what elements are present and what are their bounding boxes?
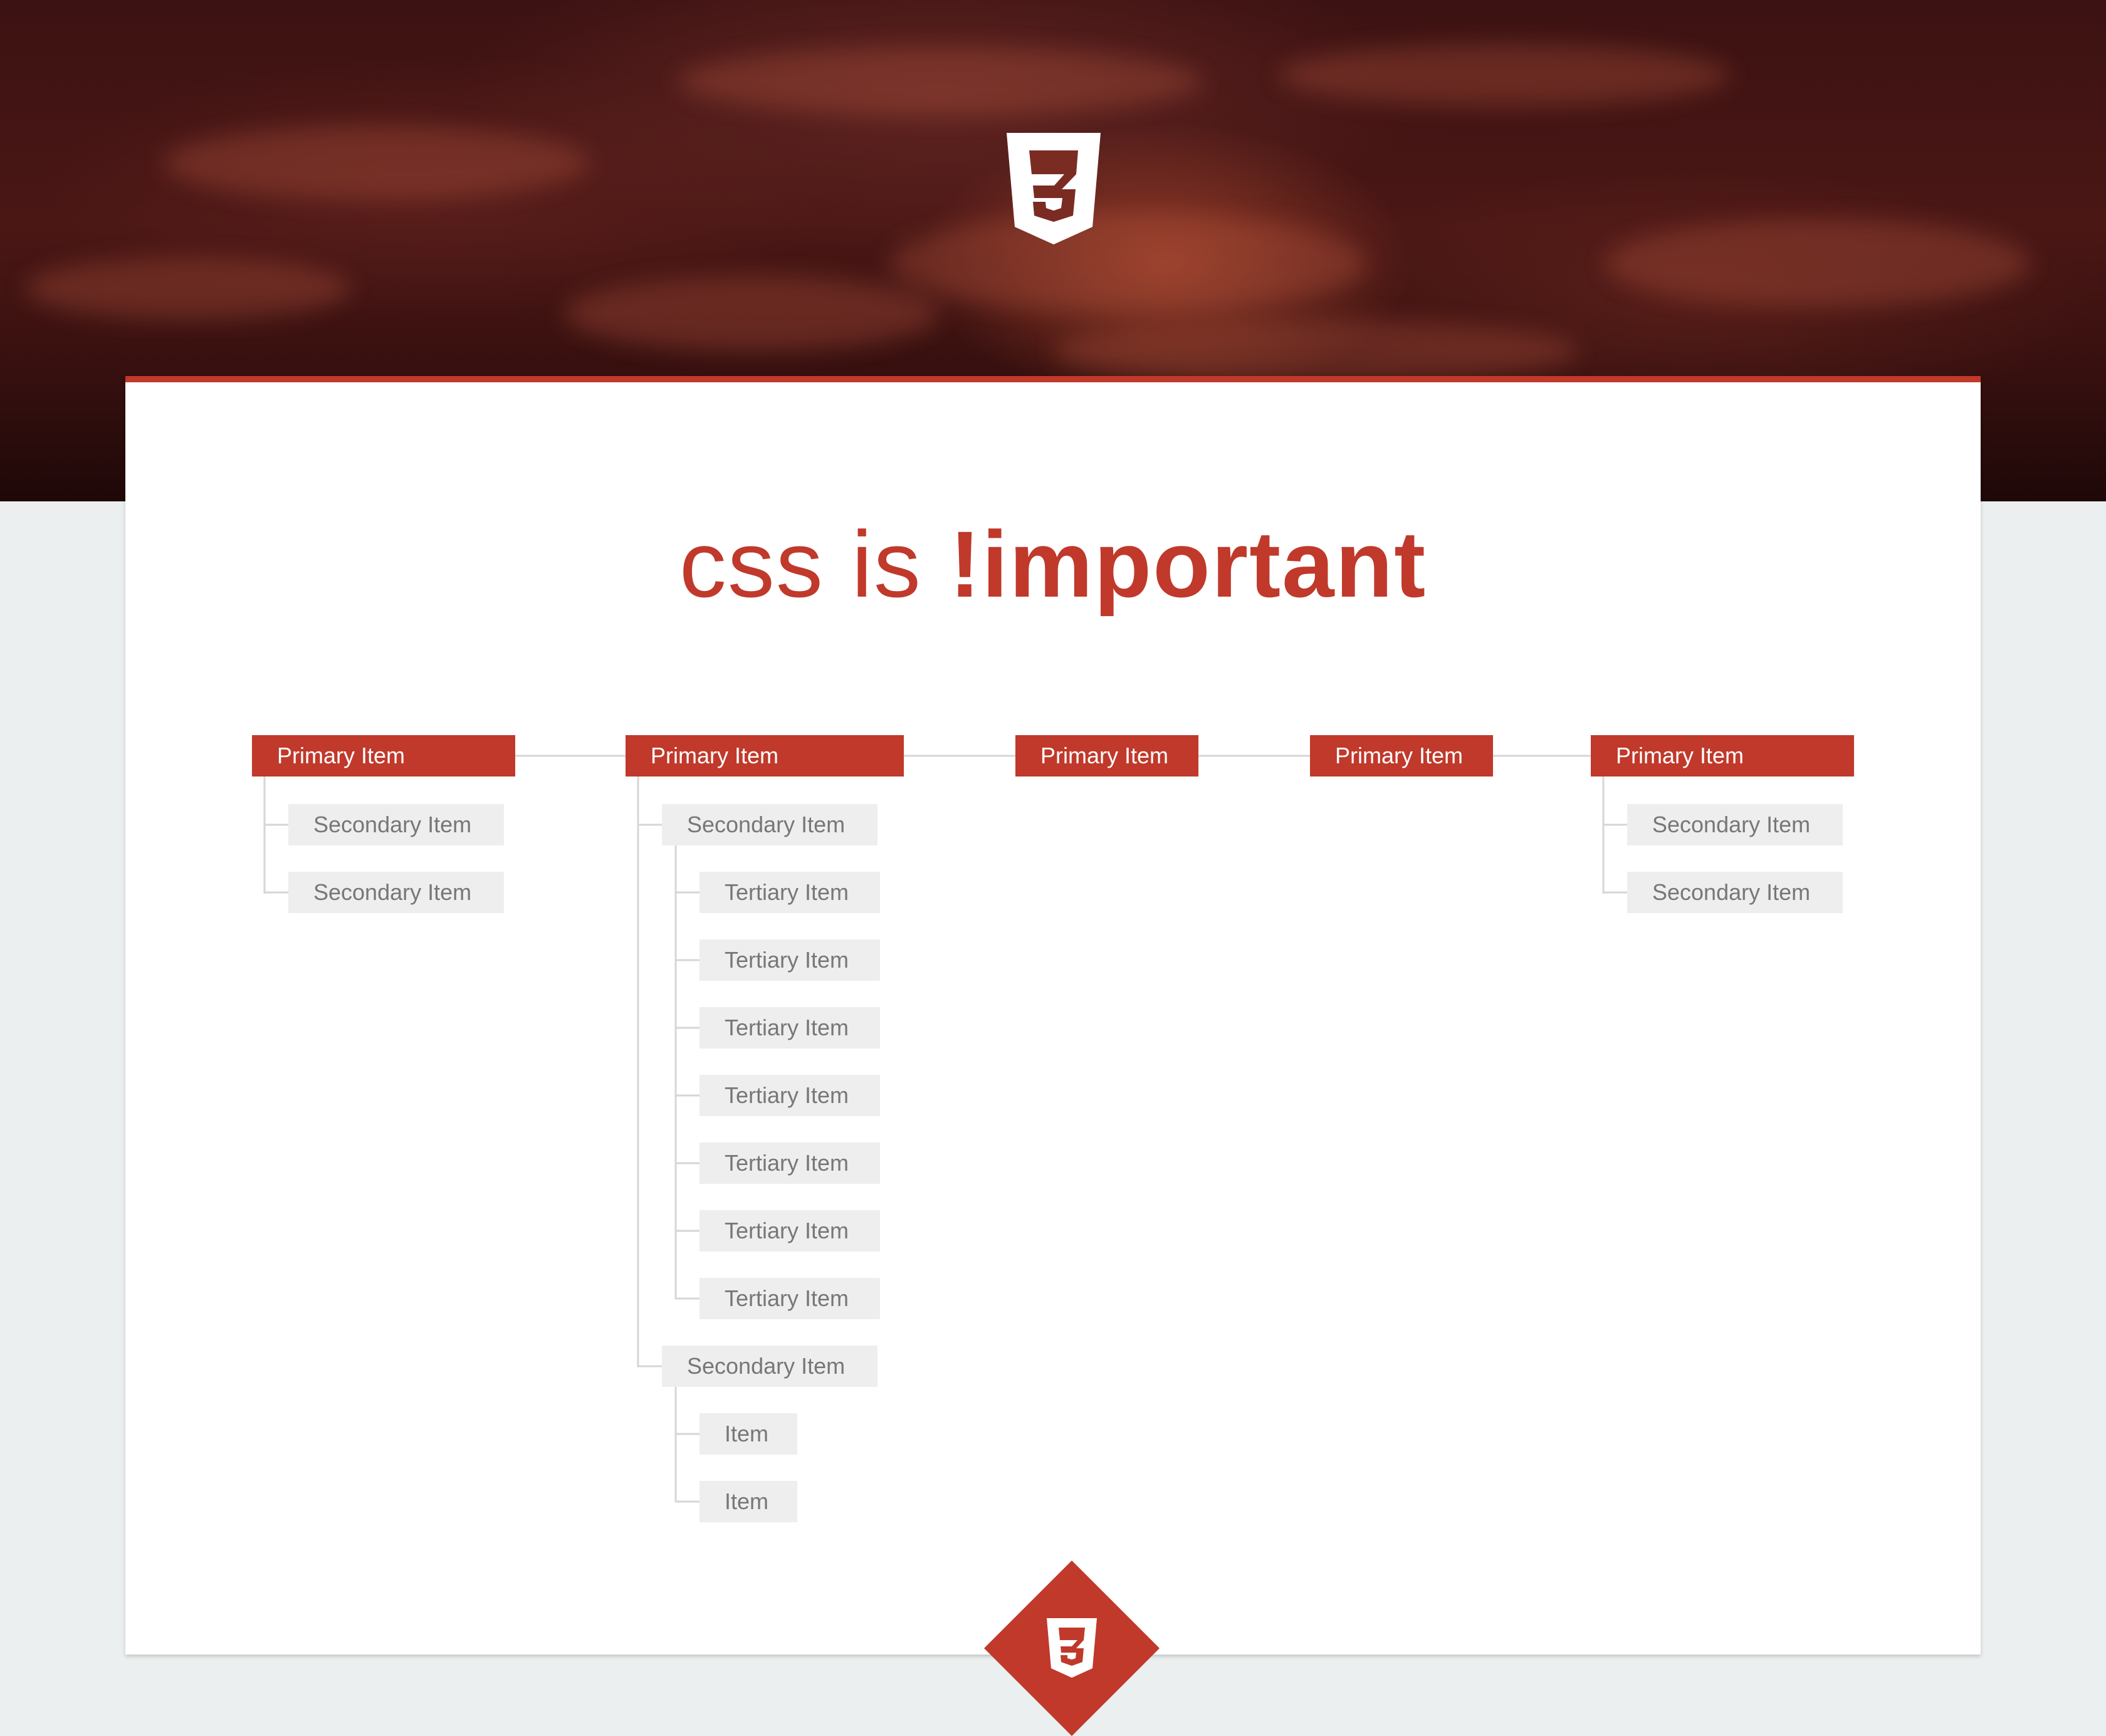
secondary-item[interactable]: Secondary Item <box>1627 804 1843 845</box>
secondary-item[interactable]: Secondary Item <box>288 804 504 845</box>
tertiary-item[interactable]: Tertiary Item <box>699 1278 880 1319</box>
secondary-item[interactable]: Secondary Item <box>662 804 878 845</box>
primary-item-2[interactable]: Primary Item <box>626 735 904 776</box>
primary-item-5[interactable]: Primary Item <box>1591 735 1854 776</box>
tertiary-item[interactable]: Tertiary Item <box>699 1210 880 1252</box>
sitemap-connectors <box>263 755 1627 1503</box>
primary-item-1[interactable]: Primary Item <box>252 735 515 776</box>
item[interactable]: Item <box>699 1413 797 1455</box>
tertiary-item[interactable]: Tertiary Item <box>699 939 880 981</box>
secondary-item[interactable]: Secondary Item <box>288 872 504 913</box>
tertiary-item[interactable]: Tertiary Item <box>699 1143 880 1184</box>
footer-logo[interactable] <box>984 1561 1160 1736</box>
css3-shield-icon <box>1047 1618 1097 1678</box>
tertiary-item[interactable]: Tertiary Item <box>699 1075 880 1116</box>
primary-item-4[interactable]: Primary Item <box>1310 735 1493 776</box>
tertiary-item[interactable]: Tertiary Item <box>699 872 880 913</box>
secondary-item[interactable]: Secondary Item <box>1627 872 1843 913</box>
secondary-item[interactable]: Secondary Item <box>662 1346 878 1387</box>
tertiary-item[interactable]: Tertiary Item <box>699 1007 880 1048</box>
item[interactable]: Item <box>699 1481 797 1522</box>
primary-item-3[interactable]: Primary Item <box>1015 735 1198 776</box>
